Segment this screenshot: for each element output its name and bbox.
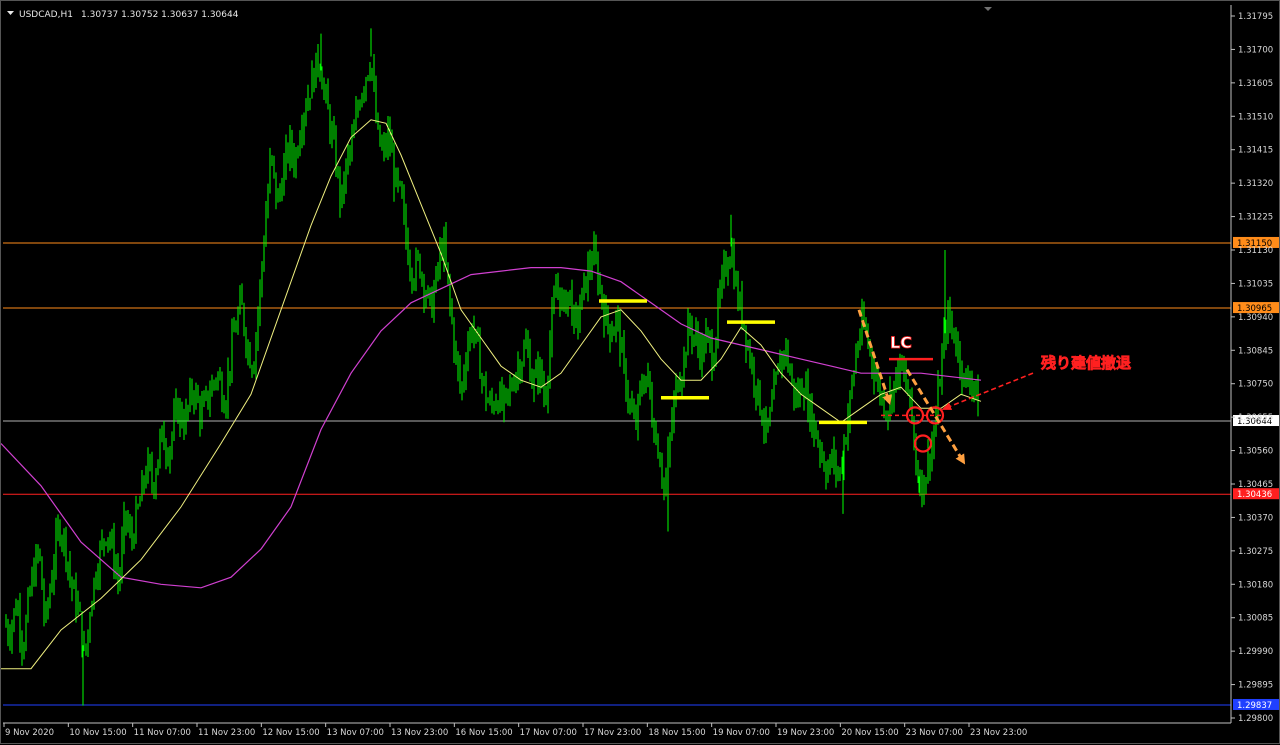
chart-window[interactable]: 1.31150 1.30965 1.30644 1.30436 1.29837 LC 残り…	[0, 0, 1280, 744]
lc-label: LC	[890, 333, 912, 352]
price-tick-label: 1.31415	[1238, 146, 1273, 156]
price-tick-label: 1.30655	[1238, 413, 1273, 423]
time-tick-label: 13 Nov 07:00	[327, 728, 384, 738]
dropdown-triangle-icon[interactable]	[7, 11, 14, 15]
slow-moving-average	[1, 267, 982, 589]
level-price-label: 1.29837	[1237, 701, 1272, 711]
level-price-label: 1.30436	[1237, 490, 1272, 500]
price-chart[interactable]: 1.311501.309651.306441.304361.29837 LC残り…	[1, 1, 1280, 745]
time-tick-label: 12 Nov 15:00	[262, 728, 319, 738]
price-tick-label: 1.30370	[1238, 513, 1273, 523]
price-tick-label: 1.31130	[1238, 246, 1273, 256]
moving-averages	[1, 119, 982, 670]
chart-header: USDCAD,H1 1.30737 1.30752 1.30637 1.3064…	[7, 10, 239, 20]
time-tick-label: 11 Nov 07:00	[134, 728, 191, 738]
time-tick-label: 13 Nov 23:00	[391, 728, 448, 738]
time-tick-label: 23 Nov 23:00	[970, 728, 1027, 738]
price-tick-label: 1.30560	[1238, 447, 1273, 457]
time-tick-label: 19 Nov 23:00	[777, 728, 834, 738]
symbol-label: USDCAD,H1	[19, 10, 73, 20]
price-tick-label: 1.31605	[1238, 79, 1273, 89]
time-tick-label: 17 Nov 07:00	[520, 728, 577, 738]
price-tick-label: 1.30465	[1238, 480, 1273, 490]
price-tick-label: 1.30085	[1238, 614, 1273, 624]
fast-moving-average	[1, 119, 982, 670]
price-axis: 1.31795 1.31700 1.31605 1.31510 1.31415 1.313…	[1231, 12, 1273, 724]
price-tick-label: 1.30180	[1238, 580, 1273, 590]
red-circle-marker	[913, 434, 933, 453]
time-tick-label: 11 Nov 23:00	[198, 728, 255, 738]
time-tick-label: 23 Nov 07:00	[906, 728, 963, 738]
note-label: 残り建値撤退	[1041, 354, 1131, 372]
price-tick-label: 1.31510	[1238, 112, 1273, 122]
price-tick-label: 1.30940	[1238, 313, 1273, 323]
price-tick-label: 1.30275	[1238, 547, 1273, 557]
note-dashed-arrow	[941, 372, 1034, 410]
horizontal-levels: 1.311501.309651.306441.304361.29837	[3, 236, 1279, 711]
price-tick-label: 1.30750	[1238, 380, 1273, 390]
annotations: LC 残り建値撤退	[599, 299, 1131, 465]
scroll-shift-marker-icon[interactable]	[984, 7, 992, 11]
time-tick-label: 20 Nov 15:00	[841, 728, 898, 738]
time-tick-label: 19 Nov 07:00	[713, 728, 770, 738]
time-tick-label: 18 Nov 15:00	[648, 728, 705, 738]
ohlc-values: 1.30737 1.30752 1.30637 1.30644	[81, 10, 239, 20]
time-tick-label: 16 Nov 15:00	[455, 728, 512, 738]
price-tick-label: 1.29800	[1238, 714, 1273, 724]
price-tick-label: 1.30845	[1238, 346, 1273, 356]
time-tick-label: 17 Nov 23:00	[584, 728, 641, 738]
price-tick-label: 1.29895	[1238, 681, 1273, 691]
price-tick-label: 1.31320	[1238, 179, 1273, 189]
time-axis: 9 Nov 2020 10 Nov 15:00 11 Nov 07:00 11 Nov…	[3, 723, 1027, 738]
time-tick-label: 10 Nov 15:00	[69, 728, 126, 738]
price-tick-label: 1.31795	[1238, 12, 1273, 22]
price-tick-label: 1.31700	[1238, 45, 1273, 55]
time-tick-label: 9 Nov 2020	[5, 728, 54, 738]
price-tick-label: 1.29990	[1238, 647, 1273, 657]
price-tick-label: 1.31225	[1238, 213, 1273, 223]
price-tick-label: 1.31035	[1238, 279, 1273, 289]
